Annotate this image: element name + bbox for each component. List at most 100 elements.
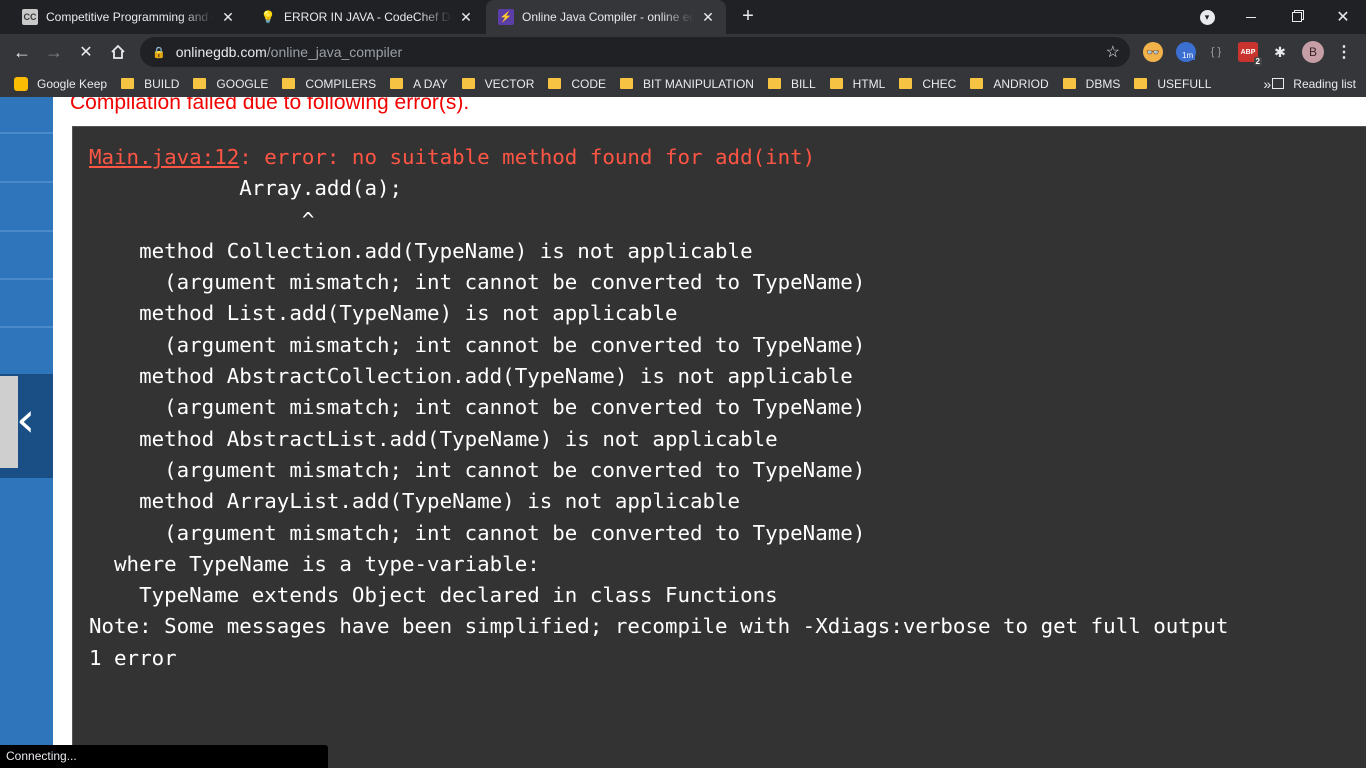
minimize-icon [1246,16,1256,18]
bookmark-folder-usefull[interactable]: USEFULL [1134,77,1211,91]
bookmark-folder-andriod[interactable]: ANDRIOD [970,76,1049,91]
glasses-extension-icon[interactable]: 👓 [1143,42,1163,62]
bookmark-folder-code[interactable]: CODE [548,77,606,91]
bookmark-label: BILL [790,76,816,91]
bookmark-label: CODE [571,76,607,91]
lock-icon: 🔒 [152,46,166,59]
tab-search-button[interactable]: ▾ [1184,0,1230,34]
bookmark-folder-vector[interactable]: VECTOR [461,76,535,91]
bookmark-label: A DAY [413,76,448,91]
codechef-favicon-icon: CC [22,9,38,25]
arrow-right-icon: → [45,41,63,62]
folder-icon [390,78,404,89]
profile-avatar[interactable]: B [1302,41,1324,63]
adblock-extension-icon[interactable]: ABP 2 [1238,42,1262,66]
bookmark-label: USEFULL [1157,76,1212,91]
output-line: 1 error [89,645,177,670]
compilation-error-heading: Compilation failed due to following erro… [70,97,470,114]
bookmark-folder-a-day[interactable]: A DAY [390,76,448,91]
folder-icon [193,78,207,89]
compiler-output-text: Main.java:12: error: no suitable method … [89,142,1228,674]
puzzle-extensions-icon[interactable]: ✱ [1270,42,1290,62]
bookmarks-overflow-button[interactable]: » [1263,76,1271,92]
forward-button[interactable]: → [40,38,68,66]
sidebar-divider [0,181,53,183]
restore-icon [1292,12,1302,22]
folder-icon [829,78,843,89]
folder-icon [548,78,562,89]
output-line: method ArrayList.add(TypeName) is not ap… [89,489,741,514]
reading-list-icon [1272,78,1285,89]
error-message: : error: no suitable method found for ad… [239,145,816,169]
bookmark-folder-dbms[interactable]: DBMS [1062,76,1121,91]
restore-button[interactable] [1274,0,1320,34]
sidebar-divider [0,326,53,328]
bookmark-folder-build[interactable]: BUILD [121,77,179,91]
stop-loading-button[interactable]: ✕ [72,38,100,66]
tab-competitive-programming[interactable]: CC Competitive Programming and C ✕ [10,0,246,34]
close-tab-icon[interactable]: ✕ [700,9,716,26]
new-tab-button[interactable]: + [737,6,759,28]
output-line: method List.add(TypeName) is not applica… [89,301,678,326]
left-sidebar: ‹ [0,97,53,768]
tab-online-java-compiler[interactable]: ⚡ Online Java Compiler - online ed ✕ [486,0,726,34]
timer-extension-icon[interactable]: 1m [1176,42,1196,62]
bookmark-label: BIT MANIPULATION [643,76,754,91]
output-line: method Collection.add(TypeName) is not a… [89,238,753,263]
close-window-button[interactable]: ✕ [1320,0,1366,34]
sidebar-divider [0,230,53,232]
bookmark-label: DBMS [1085,76,1121,91]
close-tab-icon[interactable]: ✕ [458,9,474,26]
sidebar-divider [0,278,53,280]
home-button[interactable] [104,38,132,66]
close-icon: ✕ [79,44,93,61]
braces-extension-icon[interactable]: { } [1206,42,1226,62]
lightbulb-favicon-icon: 💡 [260,10,276,24]
arrow-left-icon: ← [13,41,31,62]
more-menu-icon[interactable]: ⋮ [1334,42,1354,62]
bookmark-star-icon[interactable]: ☆ [1106,42,1120,62]
output-line: (argument mismatch; int cannot be conver… [89,395,866,420]
bookmark-folder-chec[interactable]: CHEC [899,77,956,91]
close-tab-icon[interactable]: ✕ [220,9,236,26]
output-line: method AbstractList.add(TypeName) is not… [89,426,778,451]
output-line: method AbstractCollection.add(TypeName) … [89,364,853,389]
reading-list-label: Reading list [1293,76,1356,91]
reading-list-button[interactable]: Reading list [1272,77,1356,91]
url-path: /online_java_compiler [266,44,403,60]
home-icon [111,44,125,59]
back-button[interactable]: ← [8,38,36,66]
bookmark-folder-bill[interactable]: BILL [767,76,816,91]
bookmark-folder-html[interactable]: HTML [829,77,885,91]
output-line: Array.add(a); [89,176,403,201]
page-content: ‹ Compilation failed due to following er… [0,97,1366,768]
bookmarks-bar: Google Keep BUILD GOOGLE COMPILERS A DAY… [0,70,1366,97]
folder-icon [121,78,135,89]
minimize-button[interactable] [1228,0,1274,34]
bookmark-label: ANDRIOD [993,76,1049,91]
tab-title: ERROR IN JAVA - CodeChef Discu [284,10,452,24]
bookmark-google-keep[interactable]: Google Keep [14,76,107,91]
bookmark-folder-bit-manipulation[interactable]: BIT MANIPULATION [620,77,754,91]
close-icon: ✕ [1336,9,1350,26]
adblock-count-badge: 2 [1253,57,1262,66]
output-line: (argument mismatch; int cannot be conver… [89,520,866,545]
status-bubble: Connecting... [0,745,328,768]
tab-title: Online Java Compiler - online ed [522,10,694,24]
compiler-output-console: Main.java:12: error: no suitable method … [72,126,1366,768]
bookmark-folder-compilers[interactable]: COMPILERS [282,77,376,91]
sidebar-collapse-button[interactable]: ‹ [0,374,53,478]
bookmark-label: BUILD [144,76,180,91]
error-location-link[interactable]: Main.java:12 [89,145,239,169]
tab-error-in-java[interactable]: 💡 ERROR IN JAVA - CodeChef Discu ✕ [248,0,484,34]
bookmark-folder-google[interactable]: GOOGLE [193,77,268,91]
url-host: onlinegdb.com [175,44,267,60]
sidebar-divider [0,132,53,134]
keep-icon [14,76,28,91]
folder-icon [970,78,984,89]
bookmark-label: VECTOR [484,76,535,91]
bookmark-label: COMPILERS [305,76,377,91]
address-bar[interactable]: 🔒 onlinegdb.com /online_java_compiler ☆ [140,37,1130,67]
tab-title: Competitive Programming and C [46,10,214,24]
folder-icon [620,78,634,89]
